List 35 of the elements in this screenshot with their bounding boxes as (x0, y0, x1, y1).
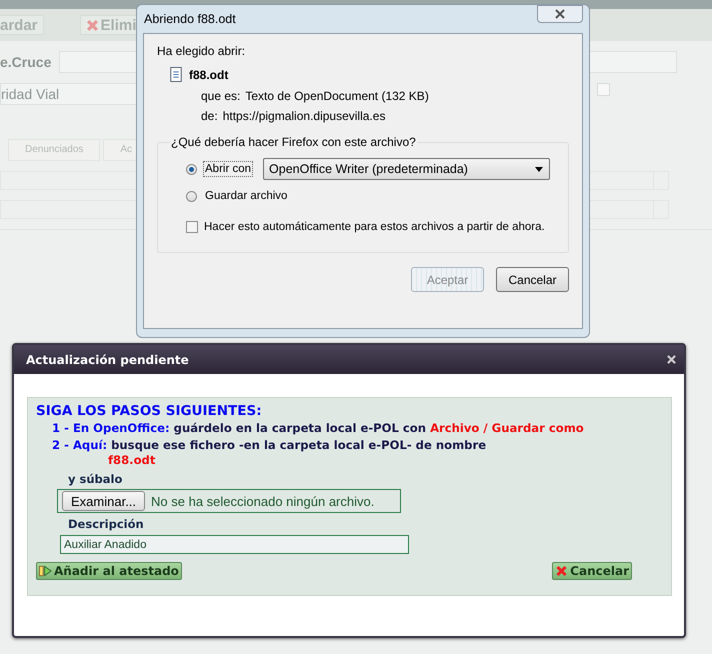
step-instruction: 2 - Aquí: busque ese fichero -en la carpeta local e-POL- de nombre f88.odt (52, 438, 488, 468)
checkbox[interactable] (186, 221, 198, 233)
detail-value: https://pigmalion.dipusevilla.es (222, 109, 386, 123)
cross-icon (555, 565, 568, 577)
document-icon (169, 66, 183, 83)
file-name: f88.odt (189, 68, 228, 82)
detail-label: que es: (201, 89, 240, 103)
close-icon (554, 9, 566, 19)
browse-button[interactable]: Examinar... (62, 491, 146, 511)
window-title: Abriendo f88.odt (144, 12, 236, 26)
play-icon (39, 565, 52, 577)
option-label[interactable]: Guardar archivo (203, 188, 290, 204)
group-title: ¿Qué debería hacer Firefox con este archivo? (170, 135, 417, 149)
close-button[interactable] (537, 5, 583, 23)
app-dropdown[interactable]: OpenOffice Writer (predeterminada) (263, 158, 550, 180)
field-label: e.Cruce (0, 53, 52, 71)
option-label[interactable]: Abrir con (203, 161, 254, 177)
checkbox-label[interactable]: Hacer esto automáticamente para estos archivos a partir de ahora. (204, 221, 545, 233)
radio-button[interactable] (186, 164, 197, 174)
delete-icon (86, 18, 99, 32)
intro-text: Ha elegido abrir: (157, 44, 246, 58)
description-field[interactable]: Auxiliar Anadido (60, 535, 409, 554)
instructions-heading: SIGA LOS PASOS SIGUIENTES: (36, 403, 263, 419)
action-button[interactable]: Añadir al atestado (36, 562, 182, 580)
dialog-button[interactable]: Cancelar (496, 267, 569, 292)
step-instruction: 1 - En OpenOffice: guárdelo en la carpeta local e-POL con Archivo / Guardar como (52, 421, 585, 436)
upload-label: y súbalo (68, 472, 124, 486)
dialog-title: Actualización pendiente (26, 352, 189, 366)
detail-value: Texto de OpenDocument (132 KB) (245, 89, 429, 103)
radio-button[interactable] (186, 190, 197, 202)
description-label: Descripción (68, 517, 145, 531)
action-button[interactable]: Cancelar (552, 562, 632, 580)
file-input[interactable]: Examinar... No se ha seleccionado ningún archivo. (57, 489, 401, 513)
detail-label: de: (201, 109, 218, 123)
close-icon[interactable] (667, 355, 676, 364)
